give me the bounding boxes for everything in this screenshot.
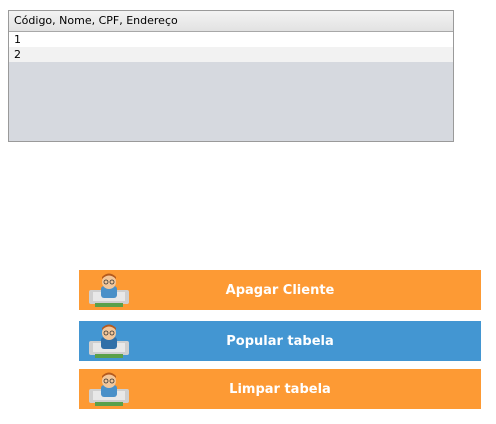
table-row[interactable]: 2 [9, 47, 453, 62]
client-table[interactable]: Código, Nome, CPF, Endereço 1 2 [8, 10, 454, 142]
apagar-cliente-button[interactable]: Apagar Cliente [79, 270, 481, 310]
programmer-mascot-icon [89, 372, 129, 406]
programmer-mascot-icon [89, 273, 129, 307]
limpar-tabela-button[interactable]: Limpar tabela [79, 369, 481, 409]
popular-tabela-label: Popular tabela [226, 333, 334, 349]
programmer-mascot-icon [89, 324, 129, 358]
table-row[interactable]: 1 [9, 32, 453, 47]
limpar-tabela-label: Limpar tabela [229, 381, 331, 397]
table-header[interactable]: Código, Nome, CPF, Endereço [9, 11, 453, 32]
popular-tabela-button[interactable]: Popular tabela [79, 321, 481, 361]
apagar-cliente-label: Apagar Cliente [225, 282, 335, 298]
